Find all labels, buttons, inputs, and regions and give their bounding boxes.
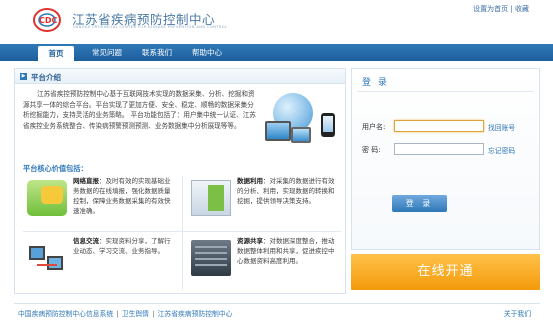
intro-panel: ▶ 平台介绍 江苏省疾控预防控制中心基于互联网技术实现的数据采集、分析、挖掘和资…: [14, 68, 346, 294]
header: CDC 江苏省疾病预防控制中心 JIANGSU PROVINCIAL CENTE…: [0, 0, 553, 40]
feature-item: 数据利用：对采集的数据进行有效的分析、利用，实现数据的转换和挖掘，提供领导决策支…: [187, 176, 339, 228]
cdc-logo: CDC: [33, 8, 61, 32]
footer-separator: |: [152, 310, 155, 318]
feature-name: 网络直报: [73, 177, 99, 185]
document-icon: [191, 180, 231, 216]
footer-separator: |: [116, 310, 119, 318]
footer-divider: [14, 303, 540, 304]
intro-title: 平台介绍: [31, 73, 61, 82]
monitor-icon: [265, 121, 291, 141]
nav-item-contact[interactable]: 联系我们: [134, 44, 180, 61]
nav-item-help[interactable]: 帮助中心: [184, 44, 230, 61]
forgot-password-link[interactable]: 忘记密码: [488, 145, 515, 155]
about-us-link[interactable]: 关于我们: [504, 308, 531, 318]
feature-text: 信息交流：实现资料分享，了解行业动态、学习交流、业务指导。: [73, 236, 173, 256]
footer-links: 中国疾病预防控制中心信息系统 | 卫生舆情 | 江苏省疾病预防控制中心: [18, 308, 232, 318]
main-nav: 首页 常见问题 联系我们 帮助中心: [0, 44, 553, 61]
password-input[interactable]: [394, 143, 484, 155]
footer-link-health-opinion[interactable]: 卫生舆情: [122, 310, 149, 318]
platform-illustration: [261, 87, 345, 159]
find-account-link[interactable]: 找回账号: [488, 122, 515, 132]
login-button[interactable]: 登 录: [392, 195, 447, 212]
feature-name: 数据利用: [237, 177, 263, 185]
set-homepage-link[interactable]: 设置为首页: [473, 5, 508, 13]
username-input[interactable]: [394, 120, 484, 132]
arrow-right-icon: ▶: [20, 73, 27, 80]
intro-text: 江苏省疾控预防控制中心基于互联网技术实现的数据采集、分析、挖掘和资源共享一体的综…: [23, 90, 256, 130]
phone-icon: [321, 113, 335, 137]
network-icon: [27, 240, 67, 276]
feature-text: 网络直报：及时有效的实现基础业务数据的在线填报，强化数据质量控制，保障业务数据采…: [73, 176, 173, 216]
feature-name: 资源共享: [237, 237, 263, 245]
online-activation-button[interactable]: 在线开通: [351, 254, 540, 290]
svg-text:CDC: CDC: [39, 16, 58, 25]
footer-link-jiangsu-cdc[interactable]: 江苏省疾病预防控制中心: [158, 310, 233, 318]
nav-item-faq[interactable]: 常见问题: [84, 44, 130, 61]
feature-item: 信息交流：实现资料分享，了解行业动态、学习交流、业务指导。: [23, 236, 175, 288]
feature-text: 数据利用：对采集的数据进行有效的分析、利用，实现数据的转换和挖掘，提供领导决策支…: [237, 176, 337, 206]
laptop-icon: [291, 127, 311, 143]
chat-icon: [27, 180, 67, 216]
username-label: 用户名:: [362, 123, 386, 131]
login-divider: [358, 91, 534, 92]
login-title: 登 录: [362, 78, 389, 88]
favorite-link[interactable]: 收藏: [515, 5, 529, 13]
features-title: 平台核心价值包括：: [23, 164, 88, 173]
intro-header: ▶ 平台介绍: [15, 69, 345, 84]
site-subtitle: JIANGSU PROVINCIAL CENTER FOR DISEASE PR…: [73, 25, 228, 29]
feature-item: 资源共享：对数据深度整合，推动数据整体利用和共享，促进疾控中心数据资料高度利用。: [187, 236, 339, 288]
feature-item: 网络直报：及时有效的实现基础业务数据的在线填报，强化数据质量控制，保障业务数据采…: [23, 176, 175, 228]
top-links: 设置为首页 | 收藏: [473, 4, 529, 14]
top-link-separator: |: [510, 5, 513, 13]
feature-text: 资源共享：对数据深度整合，推动数据整体利用和共享，促进疾控中心数据资料高度利用。: [237, 236, 337, 266]
footer-link-china-cdc[interactable]: 中国疾病预防控制中心信息系统: [18, 310, 113, 318]
password-label: 密 码:: [362, 146, 381, 154]
server-icon: [191, 240, 231, 276]
login-panel: 登 录 用户名: 找回账号 密 码: 忘记密码 登 录: [351, 68, 540, 250]
feature-name: 信息交流: [73, 237, 99, 245]
nav-item-home[interactable]: 首页: [38, 46, 74, 61]
features-divider-vertical: [182, 176, 183, 290]
